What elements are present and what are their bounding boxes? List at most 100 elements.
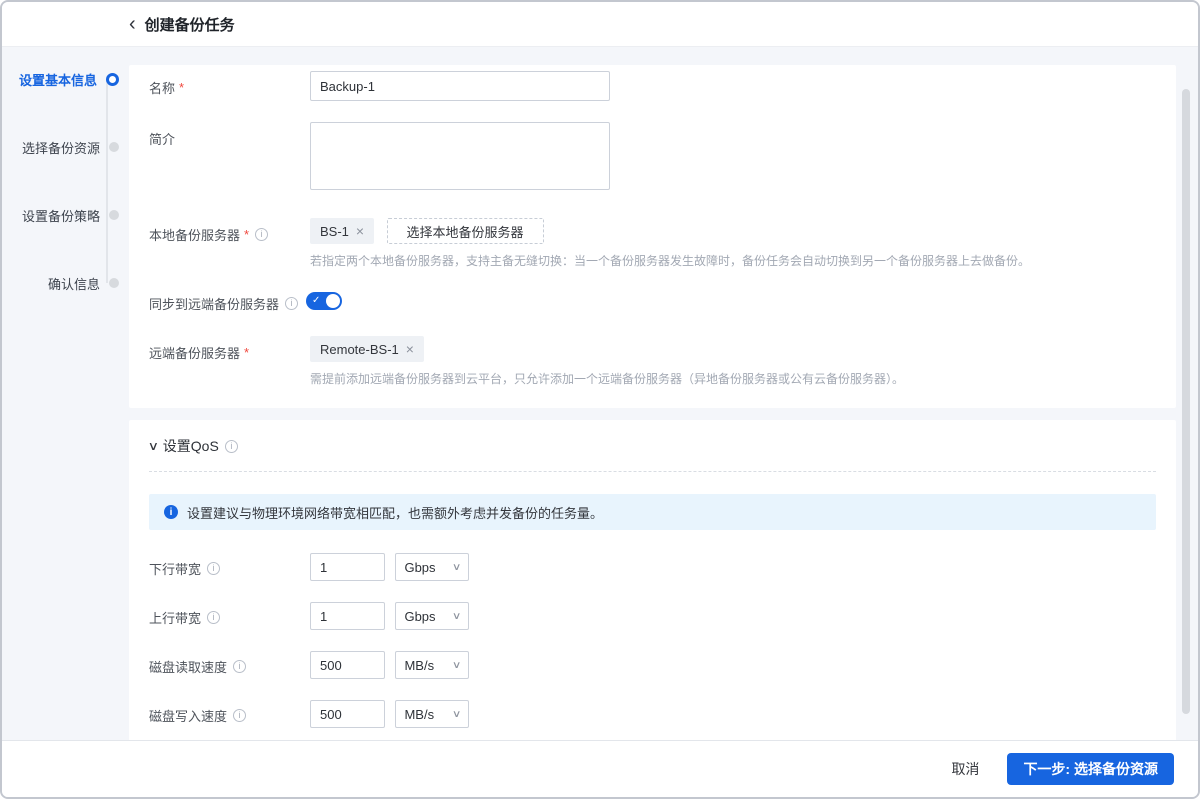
unit-value: Gbps xyxy=(404,560,435,575)
required-mark: * xyxy=(179,80,184,95)
chevron-down-icon: ∨ xyxy=(148,439,159,453)
download-bandwidth-row: 下行带宽 i Gbps ∨ xyxy=(149,553,1156,581)
toggle-knob xyxy=(326,294,340,308)
chevron-down-icon: ∨ xyxy=(452,660,462,671)
upload-bandwidth-row: 上行带宽 i Gbps ∨ xyxy=(149,602,1156,630)
download-bandwidth-unit-select[interactable]: Gbps ∨ xyxy=(395,553,469,581)
step-dot-active xyxy=(106,73,119,86)
tag-close-icon[interactable]: × xyxy=(406,342,414,356)
step-label: 确认信息 xyxy=(48,274,100,293)
info-icon[interactable]: i xyxy=(255,228,268,241)
info-icon[interactable]: i xyxy=(225,440,238,453)
name-row: 名称 * xyxy=(149,71,1156,101)
download-bandwidth-label: 下行带宽 i xyxy=(149,553,310,578)
step-confirm-info: 确认信息 xyxy=(2,269,129,297)
banner-text: 设置建议与物理环境网络带宽相匹配，也需额外考虑并发备份的任务量。 xyxy=(187,503,603,522)
step-dot xyxy=(109,210,119,220)
card-gap xyxy=(129,408,1176,420)
page-header: ‹ 创建备份任务 xyxy=(2,2,1198,47)
step-select-resources: 选择备份资源 xyxy=(2,133,129,161)
step-dot xyxy=(109,278,119,288)
local-server-help-text: 若指定两个本地备份服务器，支持主备无缝切换：当一个备份服务器发生故障时，备份任务… xyxy=(310,253,1156,270)
download-bandwidth-input[interactable] xyxy=(310,553,385,581)
back-icon[interactable]: ‹ xyxy=(129,14,136,34)
info-filled-icon: i xyxy=(164,505,178,519)
label-text: 本地备份服务器 xyxy=(149,225,240,244)
upload-bandwidth-input[interactable] xyxy=(310,602,385,630)
remote-server-help-text: 需提前添加远端备份服务器到云平台，只允许添加一个远端备份服务器（异地备份服务器或… xyxy=(310,371,1156,388)
chevron-down-icon: ∨ xyxy=(452,709,462,720)
label-text: 磁盘写入速度 xyxy=(149,706,227,725)
next-step-button[interactable]: 下一步: 选择备份资源 xyxy=(1007,753,1174,785)
remote-server-tag: Remote-BS-1 × xyxy=(310,336,424,362)
step-label: 设置基本信息 xyxy=(19,70,97,89)
required-mark: * xyxy=(244,227,249,242)
required-mark: * xyxy=(244,345,249,360)
tag-label: Remote-BS-1 xyxy=(320,342,399,357)
label-text: 远端备份服务器 xyxy=(149,343,240,362)
tag-close-icon[interactable]: × xyxy=(356,224,364,238)
step-basic-info: 设置基本信息 xyxy=(2,65,129,93)
scrollbar-track[interactable] xyxy=(1182,89,1190,726)
step-backup-policy: 设置备份策略 xyxy=(2,201,129,229)
disk-write-speed-row: 磁盘写入速度 i MB/s ∨ xyxy=(149,700,1156,728)
sync-remote-toggle[interactable]: ✓ xyxy=(306,292,342,310)
step-dot xyxy=(109,142,119,152)
tag-label: BS-1 xyxy=(320,224,349,239)
step-label: 选择备份资源 xyxy=(22,138,100,157)
name-input[interactable] xyxy=(310,71,610,101)
disk-read-speed-row: 磁盘读取速度 i MB/s ∨ xyxy=(149,651,1156,679)
unit-value: Gbps xyxy=(404,609,435,624)
stepper-line xyxy=(106,79,108,283)
disk-read-speed-unit-select[interactable]: MB/s ∨ xyxy=(395,651,469,679)
upload-bandwidth-unit-select[interactable]: Gbps ∨ xyxy=(395,602,469,630)
disk-read-speed-label: 磁盘读取速度 i xyxy=(149,651,310,676)
create-backup-task-page: ‹ 创建备份任务 设置基本信息 选择备份资源 设置备份策略 确认信息 xyxy=(0,0,1200,799)
name-label: 名称 * xyxy=(149,71,310,97)
remote-backup-server-label: 远端备份服务器 * xyxy=(149,336,310,362)
sync-remote-row: 同步到远端备份服务器 i ✓ xyxy=(149,292,1156,313)
sync-remote-label: 同步到远端备份服务器 i xyxy=(149,292,298,313)
label-text: 名称 xyxy=(149,78,175,97)
label-text: 上行带宽 xyxy=(149,608,201,627)
footer-action-bar: 取消 下一步: 选择备份资源 xyxy=(2,740,1198,797)
unit-value: MB/s xyxy=(404,658,434,673)
scrollbar-thumb[interactable] xyxy=(1182,89,1190,714)
info-icon[interactable]: i xyxy=(285,297,298,310)
basic-info-card: 名称 * 简介 本地备份 xyxy=(129,65,1176,408)
description-textarea[interactable] xyxy=(310,122,610,190)
dashed-divider xyxy=(149,471,1156,472)
qos-info-banner: i 设置建议与物理环境网络带宽相匹配，也需额外考虑并发备份的任务量。 xyxy=(149,494,1156,530)
info-icon[interactable]: i xyxy=(207,611,220,624)
step-label: 设置备份策略 xyxy=(22,206,100,225)
cancel-button[interactable]: 取消 xyxy=(951,759,979,779)
upload-bandwidth-label: 上行带宽 i xyxy=(149,602,310,627)
label-text: 磁盘读取速度 xyxy=(149,657,227,676)
body: 设置基本信息 选择备份资源 设置备份策略 确认信息 名称 xyxy=(2,47,1198,740)
page-title: 创建备份任务 xyxy=(145,14,235,35)
disk-write-speed-unit-select[interactable]: MB/s ∨ xyxy=(395,700,469,728)
select-local-server-button[interactable]: 选择本地备份服务器 xyxy=(387,218,544,244)
info-icon[interactable]: i xyxy=(233,660,246,673)
qos-section-title: 设置QoS xyxy=(163,436,219,456)
unit-value: MB/s xyxy=(404,707,434,722)
label-text: 下行带宽 xyxy=(149,559,201,578)
info-icon[interactable]: i xyxy=(233,709,246,722)
disk-read-speed-input[interactable] xyxy=(310,651,385,679)
qos-card: ∨ 设置QoS i i 设置建议与物理环境网络带宽相匹配，也需额外考虑并发备份的… xyxy=(129,420,1176,740)
local-backup-server-row: 本地备份服务器 * i BS-1 × 选择本地备份服务器 若指定两个本地备份服务 xyxy=(149,218,1156,270)
remote-backup-server-row: 远端备份服务器 * Remote-BS-1 × 需提前添加远端备份服务器到云平台… xyxy=(149,336,1156,388)
description-row: 简介 xyxy=(149,122,1156,195)
label-text: 同步到远端备份服务器 xyxy=(149,294,279,313)
check-icon: ✓ xyxy=(312,295,320,307)
scroll-area: 名称 * 简介 本地备份 xyxy=(129,47,1198,740)
disk-write-speed-label: 磁盘写入速度 i xyxy=(149,700,310,725)
local-backup-server-label: 本地备份服务器 * i xyxy=(149,218,310,244)
info-icon[interactable]: i xyxy=(207,562,220,575)
qos-section-header[interactable]: ∨ 设置QoS i xyxy=(149,436,1156,456)
description-label: 简介 xyxy=(149,122,310,148)
label-text: 简介 xyxy=(149,129,175,148)
disk-write-speed-input[interactable] xyxy=(310,700,385,728)
chevron-down-icon: ∨ xyxy=(452,562,462,573)
wizard-stepper: 设置基本信息 选择备份资源 设置备份策略 确认信息 xyxy=(2,47,129,740)
